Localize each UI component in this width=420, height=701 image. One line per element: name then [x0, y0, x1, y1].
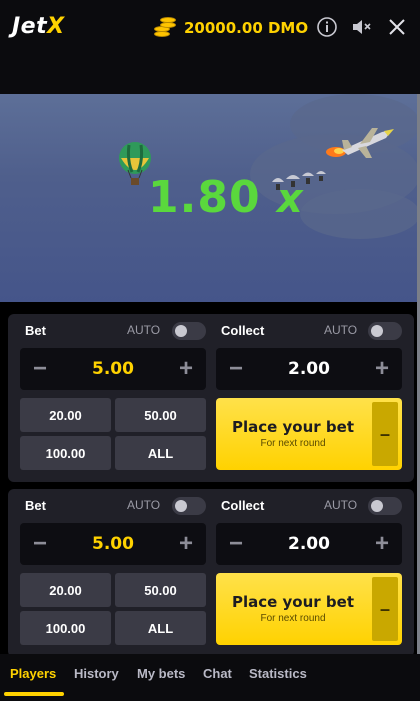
collect-decrease-button[interactable]: − [218, 523, 254, 565]
collect-decrease-button[interactable]: − [218, 348, 254, 390]
tab-my-bets[interactable]: My bets [137, 666, 185, 681]
tab-chat[interactable]: Chat [203, 666, 232, 681]
game-canvas: 1.80 x [0, 94, 420, 302]
bet-amount-value[interactable]: 5.00 [56, 523, 170, 565]
bet-increase-button[interactable]: + [168, 523, 204, 565]
place-bet-subtitle: For next round [260, 438, 326, 449]
cloud [300, 189, 420, 239]
place-bet-subtitle: For next round [260, 613, 326, 624]
bet-panel: Bet AUTO Collect AUTO − 5.00 + − 2.00 + … [8, 489, 414, 657]
collect-increase-button[interactable]: + [364, 523, 400, 565]
all-in-chip[interactable]: ALL [115, 436, 206, 470]
collect-auto-label: AUTO [324, 498, 358, 512]
bet-label: Bet [25, 498, 46, 513]
top-bar: JetX 20000.00 DMO [0, 0, 420, 94]
bet-decrease-button[interactable]: − [22, 523, 58, 565]
remove-bet-button[interactable]: – [372, 577, 398, 641]
bet-auto-toggle[interactable] [172, 322, 206, 340]
place-bet-title: Place your bet [231, 418, 354, 436]
remove-bet-button[interactable]: – [372, 402, 398, 466]
collect-value[interactable]: 2.00 [252, 523, 366, 565]
collect-increase-button[interactable]: + [364, 348, 400, 390]
multiplier-display: 1.80 x [148, 172, 304, 223]
collect-label: Collect [221, 498, 265, 513]
bet-auto-toggle[interactable] [172, 497, 206, 515]
mute-icon[interactable] [350, 16, 372, 38]
multiplier-suffix: x [276, 176, 304, 222]
bet-amount-value[interactable]: 5.00 [56, 348, 170, 390]
bet-amount-stepper: − 5.00 + [20, 523, 206, 565]
bet-decrease-button[interactable]: − [22, 348, 58, 390]
logo-x: X [47, 14, 65, 39]
bet-increase-button[interactable]: + [168, 348, 204, 390]
quick-bet-chip[interactable]: 100.00 [20, 436, 111, 470]
quick-bet-chip[interactable]: 20.00 [20, 573, 111, 607]
place-bet-button[interactable]: Place your bet For next round – [216, 398, 402, 470]
balance-amount: 20000.00 DMO [184, 19, 309, 37]
collect-stepper: − 2.00 + [216, 523, 402, 565]
place-bet-title: Place your bet [231, 593, 354, 611]
quick-bet-chip[interactable]: 50.00 [115, 398, 206, 432]
bet-panel: Bet AUTO Collect AUTO − 5.00 + − 2.00 + … [8, 314, 414, 482]
collect-stepper: − 2.00 + [216, 348, 402, 390]
tab-statistics[interactable]: Statistics [249, 666, 307, 681]
all-in-chip[interactable]: ALL [115, 611, 206, 645]
bet-amount-stepper: − 5.00 + [20, 348, 206, 390]
balance-display: 20000.00 DMO [152, 17, 308, 39]
collect-auto-label: AUTO [324, 323, 358, 337]
info-icon[interactable] [316, 16, 338, 38]
collect-auto-toggle[interactable] [368, 322, 402, 340]
bet-auto-label: AUTO [127, 323, 161, 337]
tab-players[interactable]: Players [10, 666, 56, 681]
quick-bet-chip[interactable]: 50.00 [115, 573, 206, 607]
tab-history[interactable]: History [74, 666, 119, 681]
bottom-tabs: Players History My bets Chat Statistics [0, 654, 420, 701]
bet-auto-label: AUTO [127, 498, 161, 512]
multiplier-value: 1.80 [148, 172, 261, 223]
place-bet-button[interactable]: Place your bet For next round – [216, 573, 402, 645]
active-tab-indicator [4, 692, 64, 696]
collect-auto-toggle[interactable] [368, 497, 402, 515]
collect-value[interactable]: 2.00 [252, 348, 366, 390]
quick-bet-chip[interactable]: 20.00 [20, 398, 111, 432]
close-icon[interactable] [386, 16, 408, 38]
jetx-logo: JetX [12, 14, 65, 39]
quick-bet-chip[interactable]: 100.00 [20, 611, 111, 645]
bet-label: Bet [25, 323, 46, 338]
logo-jet: Jet [12, 14, 48, 39]
jet-plane-icon [326, 128, 394, 158]
collect-label: Collect [221, 323, 265, 338]
coins-icon [152, 17, 178, 39]
